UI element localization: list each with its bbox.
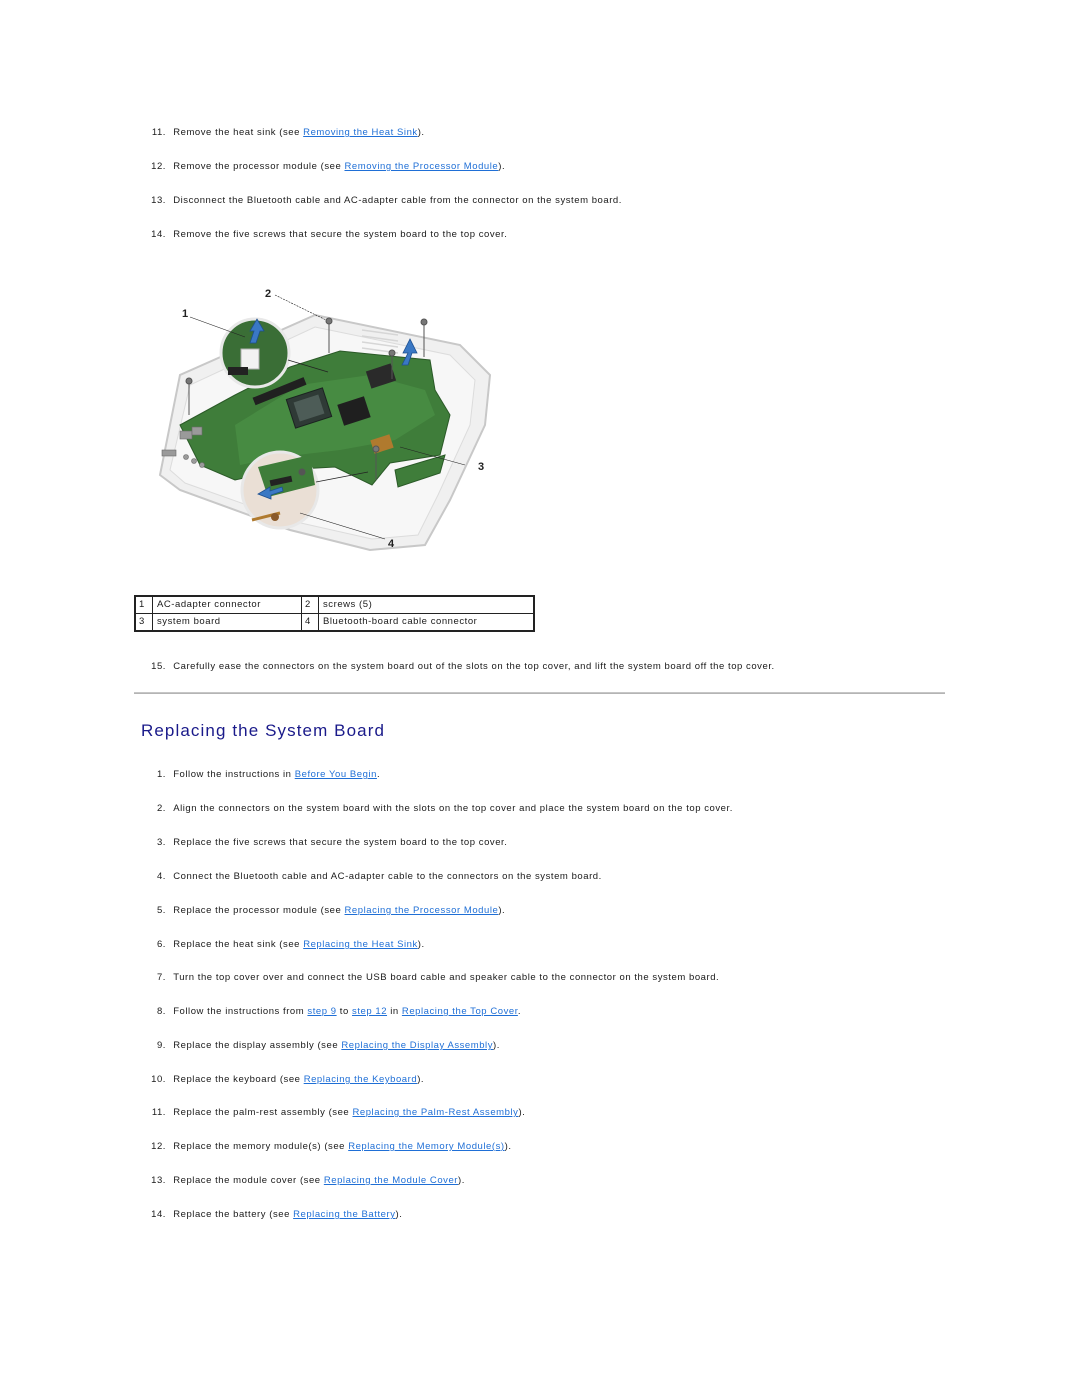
- link-replacing-processor-module[interactable]: Replacing the Processor Module: [345, 905, 499, 916]
- legend-row: 3 system board 4 Bluetooth-board cable c…: [134, 613, 535, 632]
- step-text: Replace the memory module(s) (see Replac…: [173, 1141, 512, 1152]
- step-text: Replace the palm-rest assembly (see Repl…: [173, 1107, 526, 1118]
- removal-step-11: 11. Remove the heat sink (see Removing t…: [140, 127, 425, 139]
- legend-number: 3: [134, 613, 153, 632]
- step-text: Replace the display assembly (see Replac…: [173, 1040, 500, 1051]
- link-step-9[interactable]: step 9: [307, 1006, 336, 1017]
- link-replacing-display-assembly[interactable]: Replacing the Display Assembly: [341, 1040, 493, 1051]
- step-text: Turn the top cover over and connect the …: [173, 972, 720, 983]
- step-text: Align the connectors on the system board…: [173, 803, 733, 814]
- link-replacing-memory-modules[interactable]: Replacing the Memory Module(s): [348, 1141, 504, 1152]
- step-number: 5.: [156, 905, 166, 916]
- link-replacing-heat-sink[interactable]: Replacing the Heat Sink: [303, 939, 418, 950]
- replace-step-6: 6. Replace the heat sink (see Replacing …: [140, 939, 425, 951]
- replace-step-3: 3. Replace the five screws that secure t…: [140, 837, 507, 849]
- step-text: Remove the processor module (see Removin…: [173, 161, 506, 172]
- link-removing-heat-sink[interactable]: Removing the Heat Sink: [303, 127, 418, 138]
- replace-step-5: 5. Replace the processor module (see Rep…: [140, 905, 505, 917]
- callout-4: 4: [388, 538, 395, 550]
- step-number: 14.: [151, 229, 166, 240]
- step-text: Replace the battery (see Replacing the B…: [173, 1209, 403, 1220]
- legend-number: 2: [301, 595, 319, 614]
- step-number: 13.: [151, 195, 166, 206]
- step-text: Connect the Bluetooth cable and AC-adapt…: [173, 871, 602, 882]
- step-text: Follow the instructions in Before You Be…: [173, 769, 381, 780]
- step-text: Follow the instructions from step 9 to s…: [173, 1006, 522, 1017]
- step-text: Replace the heat sink (see Replacing the…: [173, 939, 425, 950]
- step-number: 6.: [156, 939, 166, 950]
- callout-legend-table: 1 AC-adapter connector 2 screws (5) 3 sy…: [134, 595, 535, 632]
- step-text: Replace the processor module (see Replac…: [173, 905, 506, 916]
- replace-step-9: 9. Replace the display assembly (see Rep…: [140, 1040, 500, 1052]
- step-number: 14.: [151, 1209, 166, 1220]
- step-number: 2.: [156, 803, 166, 814]
- removal-step-14: 14. Remove the five screws that secure t…: [140, 229, 507, 241]
- step-text: Replace the module cover (see Replacing …: [173, 1175, 465, 1186]
- replace-step-12: 12. Replace the memory module(s) (see Re…: [140, 1141, 512, 1153]
- link-before-you-begin[interactable]: Before You Begin: [295, 769, 377, 780]
- legend-label: screws (5): [318, 595, 535, 614]
- step-number: 10.: [151, 1074, 166, 1085]
- step-number: 12.: [151, 1141, 166, 1152]
- step-number: 3.: [156, 837, 166, 848]
- step-number: 8.: [156, 1006, 166, 1017]
- legend-label: AC-adapter connector: [152, 595, 302, 614]
- replace-step-7: 7. Turn the top cover over and connect t…: [140, 972, 719, 984]
- replace-step-2: 2. Align the connectors on the system bo…: [140, 803, 733, 815]
- step-number: 7.: [156, 972, 166, 983]
- replace-step-13: 13. Replace the module cover (see Replac…: [140, 1175, 465, 1187]
- replace-step-14: 14. Replace the battery (see Replacing t…: [140, 1209, 402, 1221]
- step-text: Replace the five screws that secure the …: [173, 837, 508, 848]
- step-number: 11.: [151, 1107, 166, 1118]
- legend-label: Bluetooth-board cable connector: [318, 613, 535, 632]
- step-number: 13.: [151, 1175, 166, 1186]
- callout-leader-2: [274, 294, 327, 321]
- step-text: Remove the heat sink (see Removing the H…: [173, 127, 425, 138]
- legend-number: 4: [301, 613, 319, 632]
- detail-circle-bluetooth: [240, 450, 320, 530]
- step-text: Replace the keyboard (see Replacing the …: [173, 1074, 425, 1085]
- legend-number: 1: [134, 595, 153, 614]
- removal-step-13: 13. Disconnect the Bluetooth cable and A…: [140, 195, 622, 207]
- system-board-illustration: 1 2 3 4: [140, 275, 500, 560]
- link-step-12[interactable]: step 12: [352, 1006, 387, 1017]
- replace-step-10: 10. Replace the keyboard (see Replacing …: [140, 1074, 424, 1086]
- section-title: Replacing the System Board: [141, 721, 386, 740]
- replace-step-4: 4. Connect the Bluetooth cable and AC-ad…: [140, 871, 602, 883]
- section-divider: [134, 692, 945, 694]
- link-replacing-keyboard[interactable]: Replacing the Keyboard: [304, 1074, 418, 1085]
- callout-2: 2: [265, 288, 272, 300]
- step-number: 11.: [151, 127, 166, 138]
- callout-3: 3: [478, 461, 485, 473]
- link-replacing-module-cover[interactable]: Replacing the Module Cover: [324, 1175, 458, 1186]
- step-text: Disconnect the Bluetooth cable and AC-ad…: [173, 195, 622, 206]
- link-replacing-battery[interactable]: Replacing the Battery: [293, 1209, 395, 1220]
- link-replacing-palm-rest-assembly[interactable]: Replacing the Palm-Rest Assembly: [352, 1107, 518, 1118]
- step-number: 12.: [151, 161, 166, 172]
- replace-step-11: 11. Replace the palm-rest assembly (see …: [140, 1107, 525, 1119]
- detail-circle-ac-adapter: [219, 317, 291, 389]
- callout-1: 1: [182, 308, 189, 320]
- legend-label: system board: [152, 613, 302, 632]
- link-removing-processor-module[interactable]: Removing the Processor Module: [344, 161, 498, 172]
- step-text: Carefully ease the connectors on the sys…: [173, 661, 775, 672]
- step-number: 9.: [156, 1040, 166, 1051]
- replace-step-8: 8. Follow the instructions from step 9 t…: [140, 1006, 521, 1018]
- step-number: 1.: [156, 769, 166, 780]
- removal-step-12: 12. Remove the processor module (see Rem…: [140, 161, 505, 173]
- legend-row: 1 AC-adapter connector 2 screws (5): [134, 595, 535, 614]
- step-text: Remove the five screws that secure the s…: [173, 229, 508, 240]
- step-number: 4.: [156, 871, 166, 882]
- link-replacing-top-cover[interactable]: Replacing the Top Cover: [402, 1006, 518, 1017]
- removal-step-15: 15. Carefully ease the connectors on the…: [140, 661, 775, 673]
- system-board-diagram: 1 2 3 4: [158, 288, 492, 552]
- step-number: 15.: [151, 661, 166, 672]
- replace-step-1: 1. Follow the instructions in Before You…: [140, 769, 380, 781]
